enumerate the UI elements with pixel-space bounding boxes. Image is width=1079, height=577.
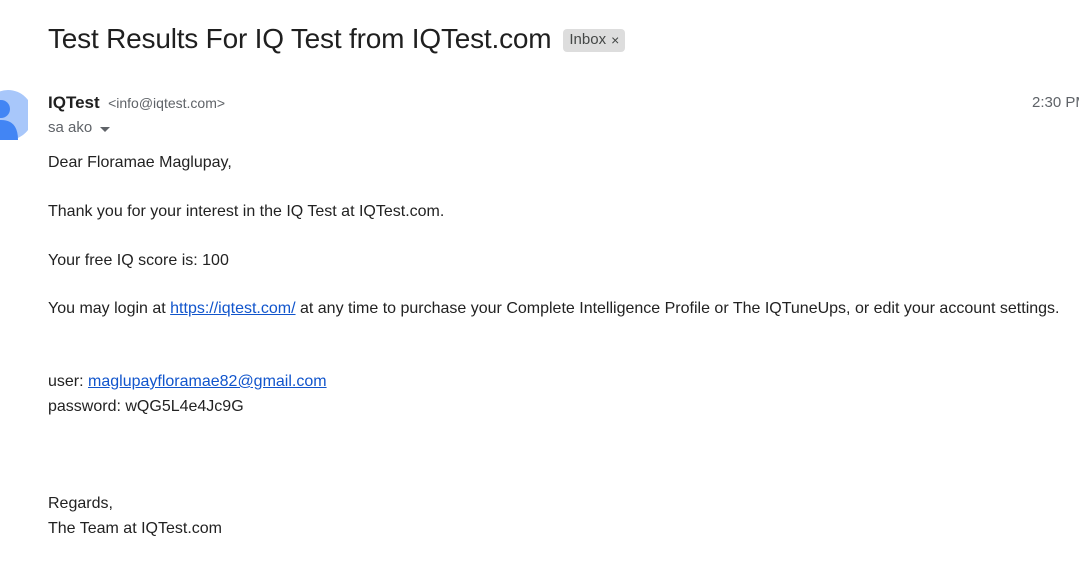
password-line: password: wQG5L4e4Jc9G	[48, 398, 244, 415]
login-suffix: at any time to purchase your Complete In…	[295, 300, 1060, 317]
close-icon[interactable]: ×	[611, 30, 619, 50]
person-avatar-icon[interactable]	[0, 90, 28, 140]
sender-name[interactable]: IQTest	[48, 93, 100, 112]
user-label: user:	[48, 373, 89, 390]
sender-email: <info@iqtest.com>	[108, 95, 226, 111]
subject-row: Test Results For IQ Test from IQTest.com…	[48, 20, 626, 58]
email-view: Test Results For IQ Test from IQTest.com…	[0, 0, 1079, 577]
regards-line: Regards,	[48, 495, 113, 512]
thanks-line: Thank you for your interest in the IQ Te…	[48, 203, 445, 220]
score-line: Your free IQ score is: 100	[48, 252, 229, 269]
recipient-dropdown[interactable]: sa ako	[48, 118, 111, 138]
user-email-link[interactable]: maglupayfloramae82@gmail.com	[88, 373, 327, 390]
recipient-label: sa ako	[48, 119, 93, 136]
greeting-line: Dear Floramae Maglupay,	[48, 154, 232, 171]
signature-line: The Team at IQTest.com	[48, 520, 222, 537]
sender-row: IQTest <info@iqtest.com>	[48, 92, 225, 115]
login-prefix: You may login at	[48, 300, 171, 317]
label-name: Inbox	[569, 30, 607, 48]
login-link[interactable]: https://iqtest.com/	[170, 300, 295, 317]
user-line: user: maglupayfloramae82@gmail.com	[48, 372, 327, 392]
caret-down-icon[interactable]	[100, 126, 111, 132]
login-line: You may login at https://iqtest.com/ at …	[48, 299, 1060, 319]
email-time[interactable]: 2:30 PM	[1032, 93, 1079, 113]
email-subject: Test Results For IQ Test from IQTest.com	[48, 23, 552, 54]
inbox-label-chip[interactable]: Inbox ×	[563, 28, 626, 52]
